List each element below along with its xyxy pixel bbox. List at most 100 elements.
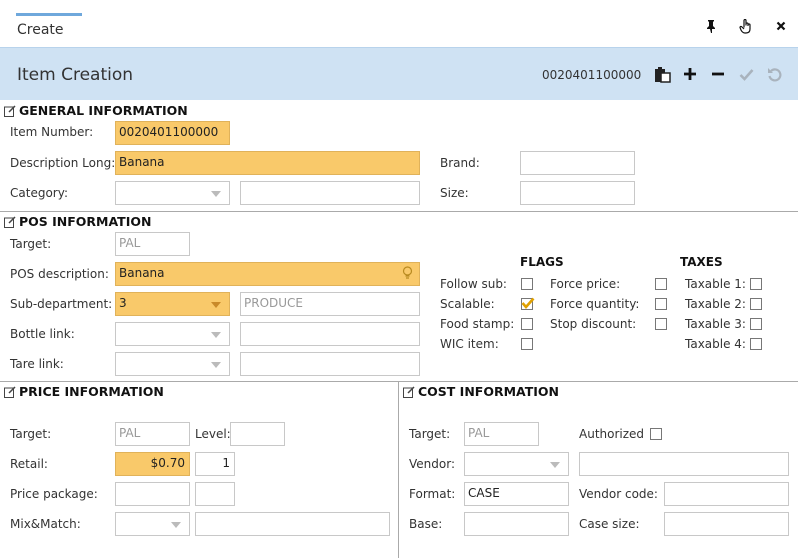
price-package-qty-input[interactable]	[195, 482, 235, 506]
edit-icon	[4, 385, 16, 398]
vendor-label: Vendor:	[409, 457, 455, 471]
follow-sub-label: Follow sub:	[440, 277, 507, 291]
chevron-down-icon	[171, 522, 181, 528]
pos-description-input[interactable]: Banana	[115, 262, 420, 286]
tab-create[interactable]: Create	[17, 22, 64, 38]
pos-description-label: POS description:	[10, 267, 109, 281]
lightbulb-icon[interactable]	[402, 266, 413, 283]
wic-item-label: WIC item:	[440, 337, 499, 351]
case-size-input[interactable]	[664, 512, 789, 536]
sub-department-name[interactable]: PRODUCE	[240, 292, 420, 316]
format-input[interactable]: CASE	[464, 482, 569, 506]
taxable2-label: Taxable 2:	[685, 297, 746, 311]
section-pos-title: POS INFORMATION	[19, 214, 152, 229]
force-quantity-label: Force quantity:	[550, 297, 640, 311]
food-stamp-label: Food stamp:	[440, 317, 515, 331]
pin-icon[interactable]	[703, 18, 719, 34]
retail-qty-input[interactable]: 1	[195, 452, 235, 476]
bottle-link-select[interactable]	[115, 322, 230, 346]
item-number-label: Item Number:	[10, 125, 94, 139]
vendor-name[interactable]	[579, 452, 789, 476]
tare-link-name[interactable]	[240, 352, 420, 376]
level-input[interactable]	[230, 422, 285, 446]
section-price-title: PRICE INFORMATION	[19, 384, 164, 399]
tare-link-label: Tare link:	[10, 357, 64, 371]
undo-icon[interactable]	[765, 64, 783, 84]
sub-department-select[interactable]: 3	[115, 292, 230, 316]
pos-target-input[interactable]: PAL	[115, 232, 190, 256]
scalable-checkbox[interactable]	[521, 297, 535, 310]
flags-title: FLAGS	[520, 255, 564, 269]
stop-discount-checkbox[interactable]	[655, 318, 667, 330]
edit-icon	[4, 215, 16, 228]
price-package-label: Price package:	[10, 487, 98, 501]
level-label: Level:	[195, 427, 231, 441]
cost-target-label: Target:	[409, 427, 451, 441]
page-title: Item Creation	[17, 65, 134, 85]
category-label: Category:	[10, 186, 68, 200]
chevron-down-icon	[211, 362, 221, 368]
price-package-input[interactable]	[115, 482, 190, 506]
hand-pointer-icon[interactable]	[738, 18, 754, 34]
chevron-down-icon	[211, 302, 221, 308]
category-name-input[interactable]	[240, 181, 420, 205]
section-pos: POS INFORMATION	[4, 214, 151, 229]
cost-target-input[interactable]: PAL	[464, 422, 539, 446]
description-long-input[interactable]: Banana	[115, 151, 420, 175]
mix-match-name[interactable]	[195, 512, 390, 536]
size-label: Size:	[440, 186, 469, 200]
price-target-input[interactable]: PAL	[115, 422, 190, 446]
taxable4-checkbox[interactable]	[750, 338, 762, 350]
bottle-link-name[interactable]	[240, 322, 420, 346]
tab-active-indicator	[16, 13, 82, 16]
section-general-title: GENERAL INFORMATION	[19, 103, 188, 118]
vendor-select[interactable]	[464, 452, 569, 476]
header-item-number: 0020401100000	[542, 68, 642, 82]
sub-department-label: Sub-department:	[10, 297, 113, 311]
authorized-checkbox[interactable]	[650, 428, 662, 440]
taxable1-label: Taxable 1:	[685, 277, 746, 291]
taxes-title: TAXES	[680, 255, 723, 269]
size-input[interactable]	[520, 181, 635, 205]
remove-icon[interactable]	[709, 64, 727, 84]
force-quantity-checkbox[interactable]	[655, 298, 667, 310]
item-number-input[interactable]: 0020401100000	[115, 121, 230, 145]
taxable2-checkbox[interactable]	[750, 298, 762, 310]
taxable3-checkbox[interactable]	[750, 318, 762, 330]
wic-item-checkbox[interactable]	[521, 338, 533, 350]
chevron-down-icon	[211, 332, 221, 338]
vendor-code-input[interactable]	[664, 482, 789, 506]
divider	[0, 211, 798, 212]
divider	[0, 381, 798, 382]
mix-match-select[interactable]	[115, 512, 190, 536]
description-long-label: Description Long:	[10, 156, 116, 170]
copy-paste-icon[interactable]	[653, 64, 671, 84]
tare-link-select[interactable]	[115, 352, 230, 376]
format-label: Format:	[409, 487, 456, 501]
chevron-down-icon	[211, 191, 221, 197]
base-input[interactable]	[464, 512, 569, 536]
price-target-label: Target:	[10, 427, 52, 441]
section-price: PRICE INFORMATION	[4, 384, 164, 399]
retail-price-input[interactable]: $0.70	[115, 452, 190, 476]
retail-label: Retail:	[10, 457, 48, 471]
section-cost-title: COST INFORMATION	[418, 384, 559, 399]
sub-department-value: 3	[119, 296, 127, 310]
scalable-label: Scalable:	[440, 297, 495, 311]
category-select[interactable]	[115, 181, 230, 205]
vertical-divider	[398, 381, 399, 558]
force-price-label: Force price:	[550, 277, 621, 291]
add-icon[interactable]	[681, 64, 699, 84]
bottle-link-label: Bottle link:	[10, 327, 75, 341]
brand-label: Brand:	[440, 156, 480, 170]
taxable3-label: Taxable 3:	[685, 317, 746, 331]
follow-sub-checkbox[interactable]	[521, 278, 533, 290]
close-icon[interactable]	[773, 18, 789, 34]
food-stamp-checkbox[interactable]	[521, 318, 533, 330]
brand-input[interactable]	[520, 151, 635, 175]
chevron-down-icon	[550, 462, 560, 468]
check-icon[interactable]	[737, 64, 755, 84]
taxable1-checkbox[interactable]	[750, 278, 762, 290]
pos-description-value: Banana	[119, 266, 165, 280]
force-price-checkbox[interactable]	[655, 278, 667, 290]
